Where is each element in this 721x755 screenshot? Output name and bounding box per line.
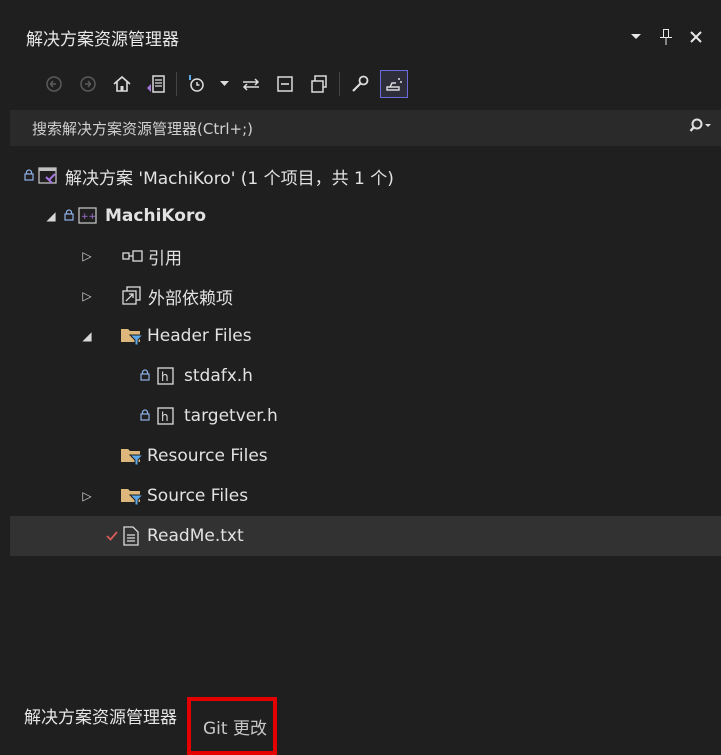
preview-selected-items-icon[interactable]: [380, 70, 408, 98]
properties-icon[interactable]: [346, 70, 374, 98]
tree-item-references[interactable]: ▷ 引用: [10, 236, 721, 276]
svg-text:h: h: [161, 410, 169, 424]
pending-changes-filter-icon[interactable]: [183, 70, 211, 98]
tree-item-readme[interactable]: ReadMe.txt: [10, 516, 721, 556]
search-box[interactable]: 搜索解决方案资源管理器(Ctrl+;): [10, 110, 721, 146]
tree-item-targetver[interactable]: h targetver.h: [10, 396, 721, 436]
tree-item-label: ReadMe.txt: [147, 526, 244, 546]
tree-item-label: 引用: [148, 248, 182, 269]
search-icon[interactable]: [689, 118, 711, 138]
toolbar-separator: [339, 72, 340, 96]
switch-views-icon[interactable]: [142, 70, 170, 98]
svg-text:++: ++: [81, 212, 96, 222]
tree-item-external-deps[interactable]: ▷ 外部依赖项: [10, 276, 721, 316]
tab-git-changes[interactable]: Git 更改: [187, 697, 277, 755]
sync-icon[interactable]: [237, 70, 265, 98]
tree-item-resource-files[interactable]: Resource Files: [10, 436, 721, 476]
bottom-tab-bar: 解决方案资源管理器 Git 更改: [10, 688, 721, 755]
filter-folder-icon: [120, 446, 145, 466]
filter-folder-icon: [120, 486, 145, 506]
svg-text:h: h: [161, 370, 169, 384]
collapsed-arrow-icon[interactable]: ▷: [80, 249, 94, 263]
solution-icon: [38, 166, 58, 186]
tree-item-label: targetver.h: [184, 406, 278, 426]
tree-item-label: Source Files: [147, 486, 249, 506]
search-input[interactable]: 搜索解决方案资源管理器(Ctrl+;): [32, 118, 689, 139]
chevron-down-icon[interactable]: [623, 24, 649, 50]
cpp-project-icon: ++: [78, 206, 98, 226]
tree-item-label: MachiKoro: [105, 206, 207, 226]
tree-item-label: 外部依赖项: [148, 288, 233, 309]
checked-in-icon: [106, 527, 118, 545]
tree-item-stdafx[interactable]: h stdafx.h: [10, 356, 721, 396]
tree-item-project[interactable]: ◢ ++ MachiKoro: [10, 196, 721, 236]
tree-item-label: Header Files: [147, 326, 252, 346]
collapsed-arrow-icon[interactable]: ▷: [80, 289, 94, 303]
external-dependencies-icon: [122, 286, 142, 306]
solution-tree: 解决方案 'MachiKoro' (1 个项目，共 1 个) ◢ ++ Mach…: [10, 156, 721, 556]
solution-explorer-panel: 解决方案资源管理器 搜索解决方案资源管理器(Ctrl+;) 解决方案 'Mach…: [10, 10, 721, 755]
back-icon[interactable]: [40, 70, 68, 98]
expanded-arrow-icon[interactable]: ◢: [80, 329, 94, 343]
toolbar-separator: [176, 72, 177, 96]
collapse-all-icon[interactable]: [271, 70, 299, 98]
pin-icon[interactable]: [653, 24, 679, 50]
filter-folder-icon: [120, 326, 145, 346]
lock-icon: [64, 208, 74, 224]
panel-title: 解决方案资源管理器: [26, 29, 179, 50]
lock-icon: [140, 368, 150, 384]
tree-item-label: 解决方案 'MachiKoro' (1 个项目，共 1 个): [65, 168, 394, 189]
header-file-icon: h: [156, 366, 176, 386]
forward-icon[interactable]: [74, 70, 102, 98]
tab-solution-explorer[interactable]: 解决方案资源管理器: [10, 696, 187, 734]
lock-icon: [24, 168, 34, 184]
tree-item-label: stdafx.h: [184, 366, 253, 386]
text-file-icon: [121, 526, 141, 546]
tree-item-solution[interactable]: 解决方案 'MachiKoro' (1 个项目，共 1 个): [10, 156, 721, 196]
lock-icon: [140, 408, 150, 424]
toolbar: [10, 64, 721, 104]
collapsed-arrow-icon[interactable]: ▷: [80, 489, 94, 503]
references-icon: [122, 246, 143, 266]
home-icon[interactable]: [108, 70, 136, 98]
header-file-icon: h: [156, 406, 176, 426]
panel-title-bar: 解决方案资源管理器: [10, 10, 721, 64]
show-all-files-icon[interactable]: [305, 70, 333, 98]
tree-item-source-files[interactable]: ▷ Source Files: [10, 476, 721, 516]
tree-item-header-files[interactable]: ◢ Header Files: [10, 316, 721, 356]
expanded-arrow-icon[interactable]: ◢: [44, 209, 58, 223]
close-icon[interactable]: [683, 24, 709, 50]
tree-item-label: Resource Files: [147, 446, 268, 466]
chevron-down-icon[interactable]: [217, 70, 231, 98]
